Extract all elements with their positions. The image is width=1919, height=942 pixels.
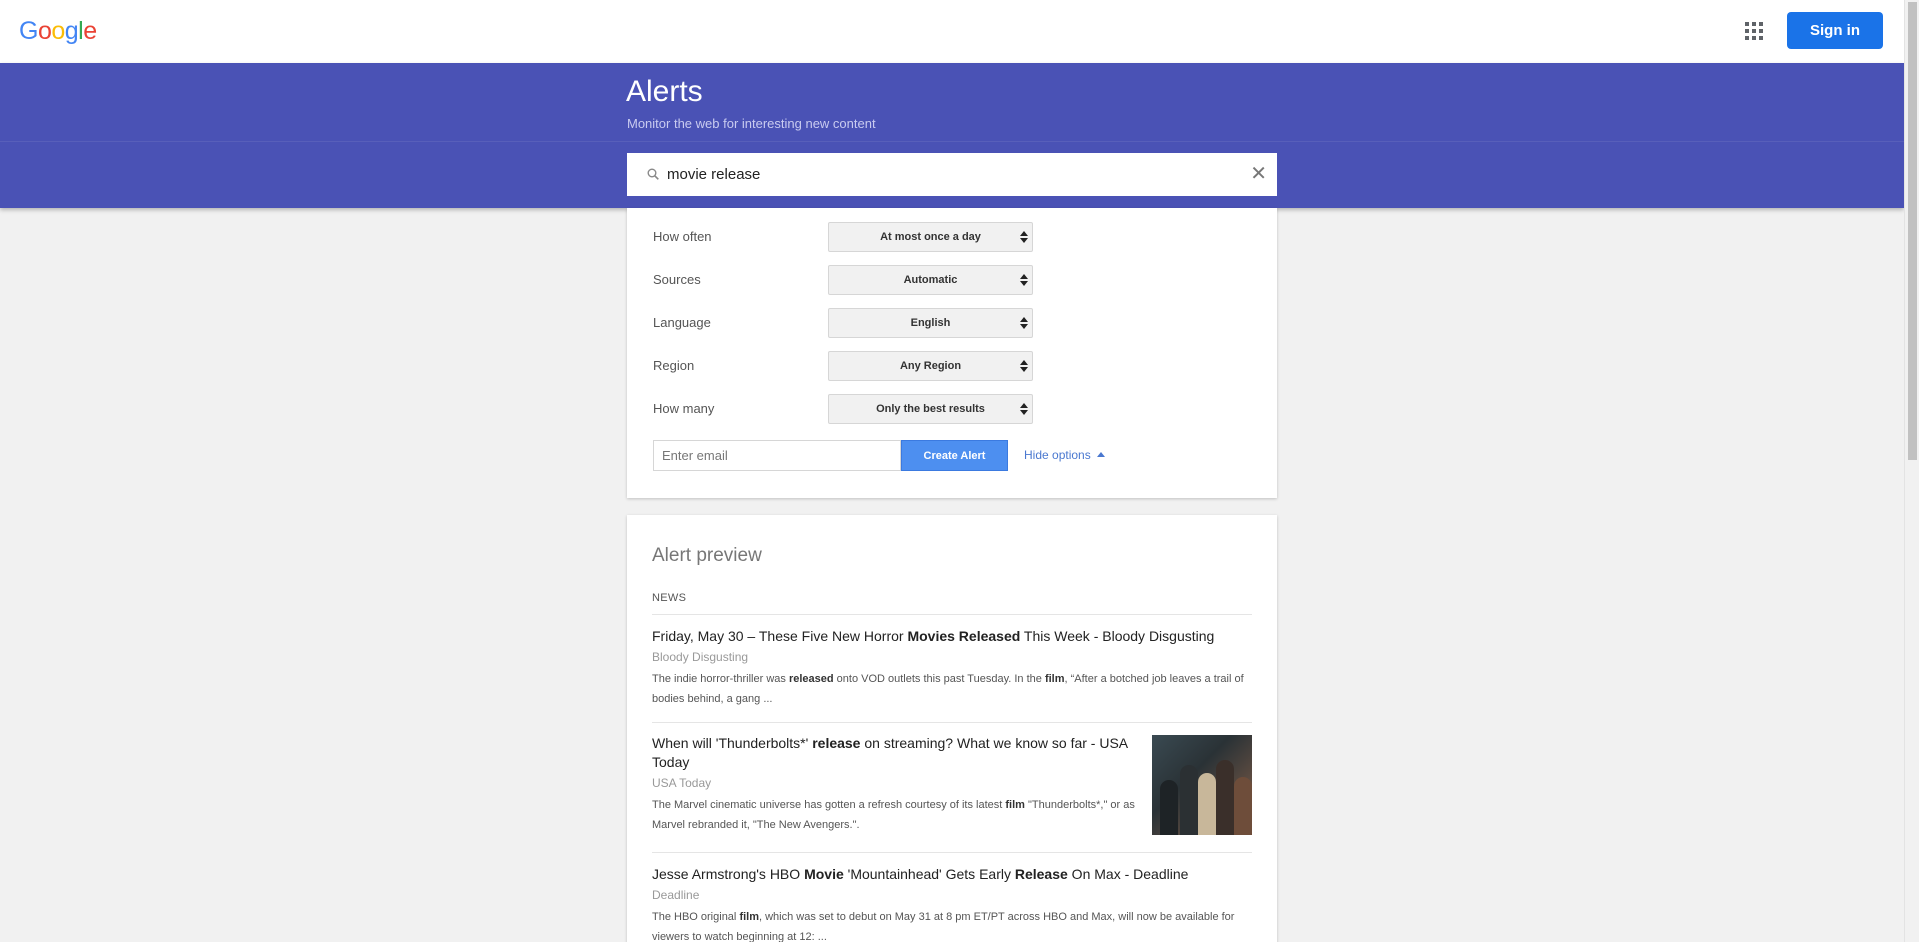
preview-title: Alert preview [652,545,762,566]
alerts-banner: Alerts Monitor the web for interesting n… [0,63,1904,208]
option-row-language: Language English [653,308,1253,338]
search-value: movie release [667,166,761,183]
news-headline-link[interactable]: Jesse Armstrong's HBO Movie 'Mountainhea… [652,865,1252,884]
news-source: Deadline [652,888,700,902]
top-bar: Google Sign in [0,0,1904,63]
create-alert-button[interactable]: Create Alert [901,440,1008,471]
select-arrows-icon [1020,317,1028,329]
option-row-sources: Sources Automatic [653,265,1253,295]
close-icon[interactable]: ✕ [1250,164,1267,184]
option-label: How often [653,229,712,244]
news-snippet: The Marvel cinematic universe has gotten… [652,799,1135,831]
news-headline-link[interactable]: When will 'Thunderbolts*' release on str… [652,734,1142,772]
select-arrows-icon [1020,403,1028,415]
alert-preview-card: Alert preview NEWS Friday, May 30 – Thes… [627,515,1277,942]
page-subtitle: Monitor the web for interesting new cont… [627,116,876,131]
scrollbar-thumb[interactable] [1908,2,1917,460]
option-label: Region [653,358,695,373]
caret-up-icon [1096,452,1105,458]
page-title: Alerts [626,75,703,108]
divider [652,614,1252,615]
select-arrows-icon [1020,231,1028,243]
news-item: Friday, May 30 – These Five New Horror M… [652,627,1252,709]
news-thumbnail-image[interactable] [1152,735,1252,835]
news-snippet: The HBO original film, which was set to … [652,911,1235,942]
sign-in-button[interactable]: Sign in [1787,12,1883,49]
option-row-region: Region Any Region [653,351,1253,381]
language-select[interactable]: English [828,308,1033,338]
email-field[interactable]: Enter email [653,440,901,471]
option-row-how-often: How often At most once a day [653,222,1253,252]
how-often-select[interactable]: At most once a day [828,222,1033,252]
banner-divider [0,141,1904,142]
select-arrows-icon [1020,360,1028,372]
divider [652,722,1252,723]
apps-grid-icon[interactable] [1745,22,1763,40]
search-icon [647,168,659,180]
news-headline-link[interactable]: Friday, May 30 – These Five New Horror M… [652,627,1252,646]
news-snippet: The indie horror-thriller was released o… [652,673,1244,705]
google-logo[interactable]: Google [19,17,97,46]
section-label: NEWS [652,592,687,604]
region-select[interactable]: Any Region [828,351,1033,381]
news-item: Jesse Armstrong's HBO Movie 'Mountainhea… [652,865,1252,942]
option-label: Sources [653,272,701,287]
option-label: How many [653,401,715,416]
alert-options-card: How often At most once a day Sources Aut… [627,208,1277,498]
sources-select[interactable]: Automatic [828,265,1033,295]
hide-options-link[interactable]: Hide options [1024,448,1105,462]
news-item: When will 'Thunderbolts*' release on str… [652,734,1142,835]
news-source: Bloody Disgusting [652,650,749,664]
news-source: USA Today [652,776,712,790]
search-input[interactable]: movie release ✕ [627,153,1277,196]
option-label: Language [653,315,711,330]
how-many-select[interactable]: Only the best results [828,394,1033,424]
option-row-how-many: How many Only the best results [653,394,1253,424]
divider [652,852,1252,853]
page-scrollbar[interactable] [1904,0,1919,942]
select-arrows-icon [1020,274,1028,286]
